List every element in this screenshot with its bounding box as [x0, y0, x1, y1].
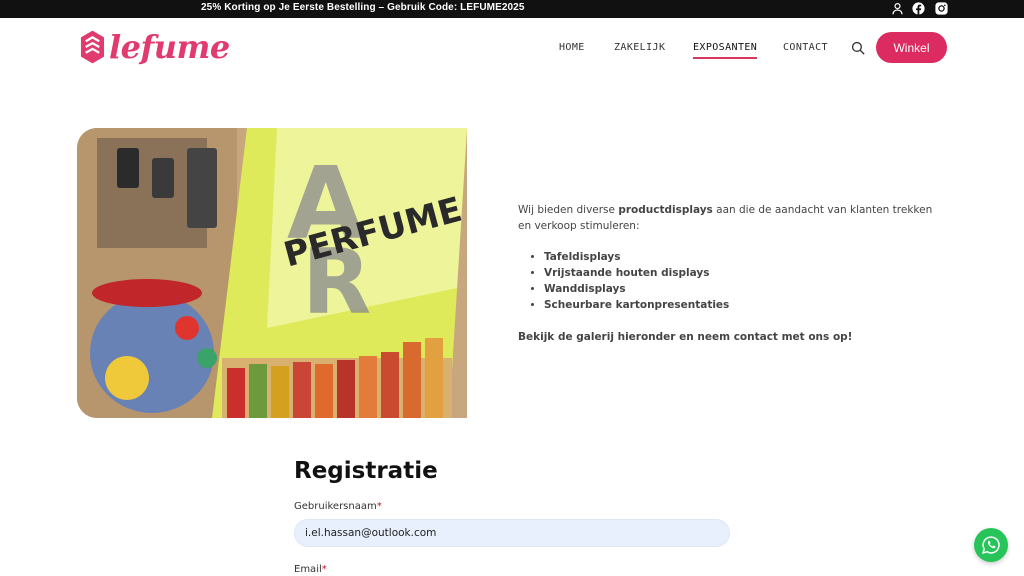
whatsapp-icon	[982, 536, 1000, 554]
intro-paragraph: Wij bieden diverse productdisplays aan d…	[518, 204, 933, 232]
list-item: Wanddisplays	[544, 281, 938, 297]
whatsapp-button[interactable]	[974, 528, 1008, 562]
username-field[interactable]	[294, 519, 730, 547]
promo-bar: 25% Korting op Je Eerste Bestelling – Ge…	[0, 0, 1024, 18]
logo-mark-icon	[80, 30, 105, 64]
hero-image: A R PERFUME	[77, 128, 467, 418]
promo-text: 25% Korting op Je Eerste Bestelling – Ge…	[201, 2, 525, 13]
facebook-icon[interactable]	[912, 2, 925, 15]
gallery-cta: Bekijk de galerij hieronder en neem cont…	[518, 331, 853, 343]
username-label: Gebruikersnaam*	[294, 501, 382, 512]
nav-contact[interactable]: CONTACT	[783, 42, 828, 53]
nav-zakelijk[interactable]: ZAKELIJK	[614, 42, 665, 53]
nav-home[interactable]: HOME	[559, 42, 585, 53]
instagram-icon[interactable]	[935, 2, 948, 15]
display-types-list: Tafeldisplays Vrijstaande houten display…	[544, 249, 938, 313]
displays-description: Wij bieden diverse productdisplays aan d…	[518, 202, 938, 345]
logo-text: lefume	[109, 28, 230, 66]
registration-title: Registratie	[294, 458, 438, 484]
site-header: lefume HOME ZAKELIJK EXPOSANTEN CONTACT …	[0, 18, 1024, 78]
email-label: Email*	[294, 564, 327, 575]
list-item: Tafeldisplays	[544, 249, 938, 265]
user-icon[interactable]	[891, 2, 904, 15]
search-icon[interactable]	[851, 41, 865, 55]
nav-exposanten[interactable]: EXPOSANTEN	[693, 42, 758, 59]
shop-button[interactable]: Winkel	[876, 32, 947, 63]
list-item: Scheurbare kartonpresentaties	[544, 297, 938, 313]
logo[interactable]: lefume	[80, 29, 230, 65]
list-item: Vrijstaande houten displays	[544, 265, 938, 281]
